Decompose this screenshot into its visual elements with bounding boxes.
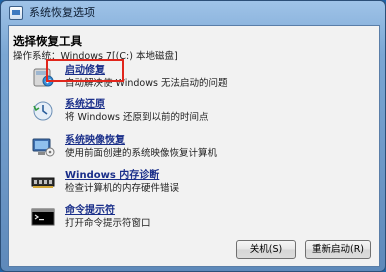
page-heading: 选择恢复工具 (13, 34, 82, 48)
restart-button[interactable]: 重新启动(R) (305, 240, 371, 259)
memory-diagnostic-icon (31, 177, 55, 188)
system-restore-description: 将 Windows 还原到以前的时间点 (65, 112, 209, 123)
command-prompt-description: 打开命令提示符窗口 (65, 218, 151, 229)
window-title: 系统恢复选项 (29, 6, 95, 19)
system-image-recovery-icon (32, 138, 55, 157)
tool-command-prompt: 命令提示符 打开命令提示符窗口 (31, 204, 291, 230)
system-image-recovery-description: 使用前面创建的系统映像恢复计算机 (65, 148, 218, 159)
command-prompt-icon (31, 208, 55, 226)
tool-system-restore: 系统还原 将 Windows 还原到以前的时间点 (31, 98, 291, 124)
dialog-window: 系统恢复选项 选择恢复工具 操作系统：Windows 7[(C:) 本地磁盘] … (0, 0, 386, 272)
dialog-content: 选择恢复工具 操作系统：Windows 7[(C:) 本地磁盘] 启动修复 自动… (8, 25, 380, 267)
memory-diagnostic-link[interactable]: Windows 内存诊断 (65, 169, 159, 182)
tool-memory-diagnostic: Windows 内存诊断 检查计算机的内存硬件错误 (31, 169, 291, 195)
command-prompt-link[interactable]: 命令提示符 (65, 204, 115, 217)
highlight-box (46, 59, 124, 82)
window-icon (9, 6, 23, 20)
memory-diagnostic-description: 检查计算机的内存硬件错误 (65, 183, 180, 194)
tool-system-image-recovery: 系统映像恢复 使用前面创建的系统映像恢复计算机 (31, 134, 291, 160)
shutdown-button[interactable]: 关机(S) (236, 240, 296, 259)
title-bar[interactable]: 系统恢复选项 (1, 1, 386, 25)
system-restore-icon (33, 101, 53, 121)
system-image-recovery-link[interactable]: 系统映像恢复 (65, 134, 125, 147)
system-restore-link[interactable]: 系统还原 (65, 98, 105, 111)
